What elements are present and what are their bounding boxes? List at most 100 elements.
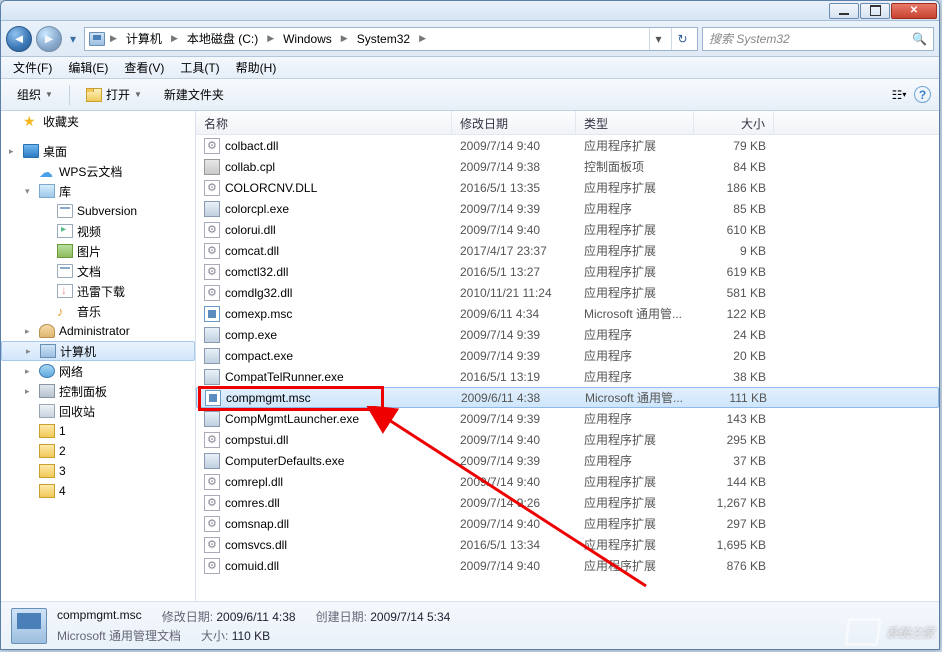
file-row[interactable]: COLORCNV.DLL2016/5/1 13:35应用程序扩展186 KB xyxy=(196,177,939,198)
tree-label: 桌面 xyxy=(43,143,67,160)
file-row[interactable]: comres.dll2009/7/14 9:26应用程序扩展1,267 KB xyxy=(196,492,939,513)
file-row[interactable]: ComputerDefaults.exe2009/7/14 9:39应用程序37… xyxy=(196,450,939,471)
tree-item[interactable]: 图片 xyxy=(1,241,195,261)
file-row[interactable]: CompatTelRunner.exe2016/5/1 13:19应用程序38 … xyxy=(196,366,939,387)
chevron-right-icon[interactable]: ▶ xyxy=(109,33,118,44)
breadcrumb[interactable]: System32 xyxy=(353,30,414,48)
file-row[interactable]: colorcpl.exe2009/7/14 9:39应用程序85 KB xyxy=(196,198,939,219)
maximize-button[interactable] xyxy=(860,3,890,19)
file-name: comexp.msc xyxy=(225,307,292,321)
tree-item[interactable]: ▸Administrator xyxy=(1,321,195,341)
file-row[interactable]: comp.exe2009/7/14 9:39应用程序24 KB xyxy=(196,324,939,345)
expander-icon[interactable]: ▸ xyxy=(26,346,36,357)
expander-icon[interactable]: ▾ xyxy=(25,186,35,197)
tree-item[interactable]: ☁WPS云文档 xyxy=(1,161,195,181)
menu-view[interactable]: 查看(V) xyxy=(116,57,172,78)
breadcrumb[interactable]: Windows xyxy=(279,30,336,48)
tree-item[interactable]: ▾库 xyxy=(1,181,195,201)
tree-item[interactable]: 迅雷下载 xyxy=(1,281,195,301)
chevron-right-icon[interactable]: ▶ xyxy=(418,33,427,44)
file-row[interactable]: comexp.msc 2009/6/11 4:34Microsoft 通用管...… xyxy=(196,303,939,324)
menu-file[interactable]: 文件(F) xyxy=(5,57,60,78)
breadcrumb[interactable]: 本地磁盘 (C:) xyxy=(183,28,262,49)
file-name: collab.cpl xyxy=(225,160,275,174)
menu-help[interactable]: 帮助(H) xyxy=(228,57,285,78)
file-row[interactable]: colorui.dll2009/7/14 9:40应用程序扩展610 KB xyxy=(196,219,939,240)
menu-edit[interactable]: 编辑(E) xyxy=(60,57,116,78)
file-row[interactable]: CompMgmtLauncher.exe2009/7/14 9:39应用程序14… xyxy=(196,408,939,429)
file-row[interactable]: comcat.dll2017/4/17 23:37应用程序扩展9 KB xyxy=(196,240,939,261)
file-date: 2017/4/17 23:37 xyxy=(452,242,576,260)
tree-item[interactable]: 文档 xyxy=(1,261,195,281)
file-type: 应用程序扩展 xyxy=(576,219,694,240)
file-icon xyxy=(204,432,220,448)
tree-item[interactable]: ▸计算机 xyxy=(1,341,195,361)
tree-label: Subversion xyxy=(77,204,137,218)
tree-item[interactable]: 3 xyxy=(1,461,195,481)
minimize-button[interactable] xyxy=(829,3,859,19)
file-row[interactable]: comuid.dll2009/7/14 9:40应用程序扩展876 KB xyxy=(196,555,939,576)
file-row[interactable]: comrepl.dll2009/7/14 9:40应用程序扩展144 KB xyxy=(196,471,939,492)
expander-icon[interactable]: ▸ xyxy=(25,326,35,337)
file-row[interactable]: colbact.dll2009/7/14 9:40应用程序扩展79 KB xyxy=(196,135,939,156)
tree-item[interactable]: 4 xyxy=(1,481,195,501)
navigation-tree[interactable]: ★收藏夹▸桌面☁WPS云文档▾库Subversion视频图片文档迅雷下载♪音乐▸… xyxy=(1,111,196,601)
tree-item[interactable]: 视频 xyxy=(1,221,195,241)
column-size[interactable]: 大小 xyxy=(694,111,774,134)
search-input[interactable]: 搜索 System32 🔍 xyxy=(702,27,934,51)
file-name: comrepl.dll xyxy=(225,475,283,489)
tree-item[interactable]: 回收站 xyxy=(1,401,195,421)
new-folder-button[interactable]: 新建文件夹 xyxy=(156,82,232,107)
file-row[interactable]: compstui.dll2009/7/14 9:40应用程序扩展295 KB xyxy=(196,429,939,450)
column-type[interactable]: 类型 xyxy=(576,111,694,134)
file-row[interactable]: comdlg32.dll2010/11/21 11:24应用程序扩展581 KB xyxy=(196,282,939,303)
file-list[interactable]: 名称 修改日期 类型 大小 colbact.dll2009/7/14 9:40应… xyxy=(196,111,939,601)
tree-label: 4 xyxy=(59,484,66,498)
help-button[interactable]: ? xyxy=(914,86,931,103)
chevron-right-icon[interactable]: ▶ xyxy=(266,33,275,44)
file-name: comres.dll xyxy=(225,496,280,510)
file-date: 2009/6/11 4:34 xyxy=(452,305,576,323)
tree-item[interactable]: ♪音乐 xyxy=(1,301,195,321)
organize-button[interactable]: 组织 ▼ xyxy=(9,82,61,107)
tree-item[interactable]: 1 xyxy=(1,421,195,441)
file-type: Microsoft 通用管... xyxy=(576,303,694,324)
address-bar[interactable]: ▶ 计算机 ▶ 本地磁盘 (C:) ▶ Windows ▶ System32 ▶… xyxy=(84,27,698,51)
file-row[interactable]: collab.cpl2009/7/14 9:38控制面板项84 KB xyxy=(196,156,939,177)
expander-icon[interactable]: ▸ xyxy=(25,386,35,397)
toolbar: 组织 ▼ 打开 ▼ 新建文件夹 ☷ ▾ ? xyxy=(1,79,939,111)
forward-button[interactable]: ► xyxy=(36,26,62,52)
refresh-button[interactable]: ↻ xyxy=(671,28,693,50)
file-row[interactable]: comctl32.dll2016/5/1 13:27应用程序扩展619 KB xyxy=(196,261,939,282)
breadcrumb[interactable]: 计算机 xyxy=(122,28,166,49)
expander-icon[interactable]: ▸ xyxy=(25,366,35,377)
close-button[interactable] xyxy=(891,3,937,19)
address-dropdown[interactable]: ▾ xyxy=(649,28,667,50)
nav-history-dropdown[interactable]: ▾ xyxy=(66,32,80,46)
file-name: comsnap.dll xyxy=(225,517,289,531)
file-row[interactable]: comsnap.dll2009/7/14 9:40应用程序扩展297 KB xyxy=(196,513,939,534)
file-icon xyxy=(204,474,220,490)
file-size: 20 KB xyxy=(694,347,774,365)
chevron-right-icon[interactable]: ▶ xyxy=(340,33,349,44)
file-row[interactable]: comsvcs.dll2016/5/1 13:34应用程序扩展1,695 KB xyxy=(196,534,939,555)
tree-item[interactable]: 2 xyxy=(1,441,195,461)
chevron-right-icon[interactable]: ▶ xyxy=(170,33,179,44)
tree-item[interactable]: ★收藏夹 xyxy=(1,111,195,131)
menu-tools[interactable]: 工具(T) xyxy=(172,57,227,78)
back-button[interactable]: ◄ xyxy=(6,26,32,52)
file-date: 2009/7/14 9:38 xyxy=(452,158,576,176)
expander-icon[interactable]: ▸ xyxy=(9,146,19,157)
open-button[interactable]: 打开 ▼ xyxy=(78,82,150,107)
tree-item[interactable]: Subversion xyxy=(1,201,195,221)
file-row[interactable]: compmgmt.msc2009/6/11 4:38Microsoft 通用管.… xyxy=(196,387,939,408)
tree-item[interactable]: ▸控制面板 xyxy=(1,381,195,401)
file-row[interactable]: compact.exe2009/7/14 9:39应用程序20 KB xyxy=(196,345,939,366)
column-name[interactable]: 名称 xyxy=(196,111,452,134)
tree-item[interactable]: ▸ 桌面 xyxy=(1,141,195,161)
file-icon xyxy=(205,390,221,406)
file-date: 2009/7/14 9:39 xyxy=(452,200,576,218)
tree-item[interactable]: ▸网络 xyxy=(1,361,195,381)
view-options-button[interactable]: ☷ ▾ xyxy=(890,86,908,104)
column-date[interactable]: 修改日期 xyxy=(452,111,576,134)
